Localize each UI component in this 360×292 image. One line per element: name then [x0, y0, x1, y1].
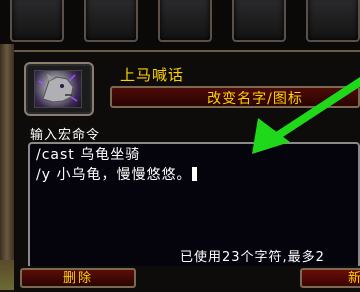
- macro-slot[interactable]: [10, 0, 64, 42]
- macro-line: /y 小乌龟，慢慢悠悠。: [36, 164, 198, 184]
- macro-slot[interactable]: [306, 0, 360, 42]
- frame-border: [0, 44, 14, 290]
- text-cursor: [192, 167, 198, 181]
- macro-line: /cast 乌龟坐骑: [36, 147, 141, 163]
- macro-slot[interactable]: [232, 0, 286, 42]
- delete-button[interactable]: 删除: [20, 268, 136, 288]
- change-name-icon-button[interactable]: 改变名字/图标: [110, 86, 360, 108]
- frame-corner: [0, 260, 14, 290]
- character-count: 已使用23个字符,最多2: [180, 250, 325, 265]
- macro-slot[interactable]: [158, 0, 212, 42]
- new-button[interactable]: 新: [300, 268, 360, 288]
- macro-icon-button[interactable]: [24, 62, 94, 116]
- macro-slot-row: [0, 0, 360, 50]
- macro-slot[interactable]: [84, 0, 138, 42]
- macro-input-label: 输入宏命令: [30, 128, 101, 143]
- macro-name-label: 上马喊话: [120, 66, 185, 84]
- wolf-head-icon: [34, 70, 82, 108]
